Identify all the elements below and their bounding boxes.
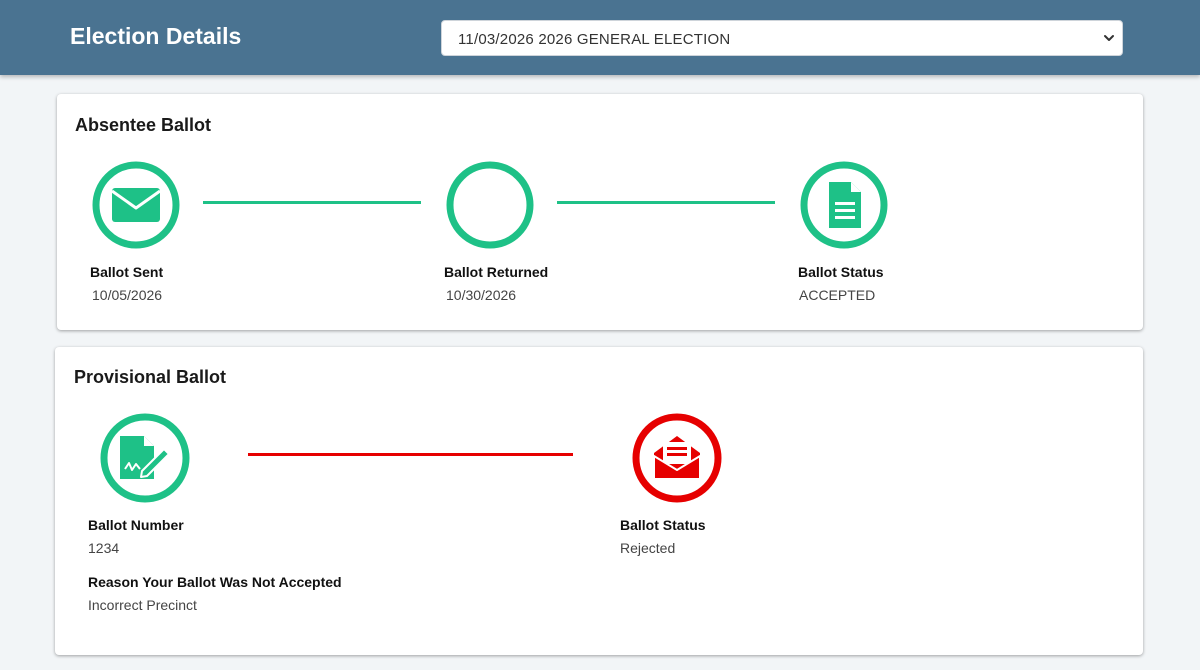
envelope-icon xyxy=(92,161,180,249)
rejection-reason-value: Incorrect Precinct xyxy=(88,597,197,613)
provisional-status-value: Rejected xyxy=(620,540,676,556)
ballot-returned-value: 10/30/2026 xyxy=(446,287,517,303)
document-icon xyxy=(800,161,888,249)
step-connector xyxy=(248,453,573,456)
ballot-sent-value: 10/05/2026 xyxy=(92,287,163,303)
absentee-ballot-title: Absentee Ballot xyxy=(75,115,212,135)
ballot-number-label: Ballot Number xyxy=(88,517,184,533)
signed-document-icon xyxy=(100,413,190,503)
ballot-status-value: ACCEPTED xyxy=(799,287,876,303)
absentee-ballot-card: Absentee Ballot Ballot Sent 10/05/2026 B… xyxy=(57,94,1143,330)
ballot-number-value: 1234 xyxy=(88,540,120,556)
rejection-reason-label: Reason Your Ballot Was Not Accepted xyxy=(88,574,342,590)
step-connector xyxy=(557,201,775,204)
election-select-value: 11/03/2026 2026 GENERAL ELECTION xyxy=(458,31,731,48)
election-select[interactable]: 11/03/2026 2026 GENERAL ELECTION xyxy=(441,20,1123,56)
ballot-sent-label: Ballot Sent xyxy=(90,264,164,280)
provisional-ballot-title: Provisional Ballot xyxy=(74,367,227,387)
page-title: Election Details xyxy=(70,23,242,49)
provisional-ballot-card: Provisional Ballot Ballot Number 1234 Re… xyxy=(55,347,1143,655)
header-bar: Election Details 11/03/2026 2026 GENERAL… xyxy=(0,0,1200,75)
ballot-returned-label: Ballot Returned xyxy=(444,264,549,280)
ballot-status-label: Ballot Status xyxy=(798,264,884,280)
chevron-down-icon xyxy=(1104,35,1114,41)
empty-circle-icon xyxy=(446,161,534,249)
provisional-status-label: Ballot Status xyxy=(620,517,706,533)
step-connector xyxy=(203,201,421,204)
open-envelope-icon xyxy=(632,413,722,503)
